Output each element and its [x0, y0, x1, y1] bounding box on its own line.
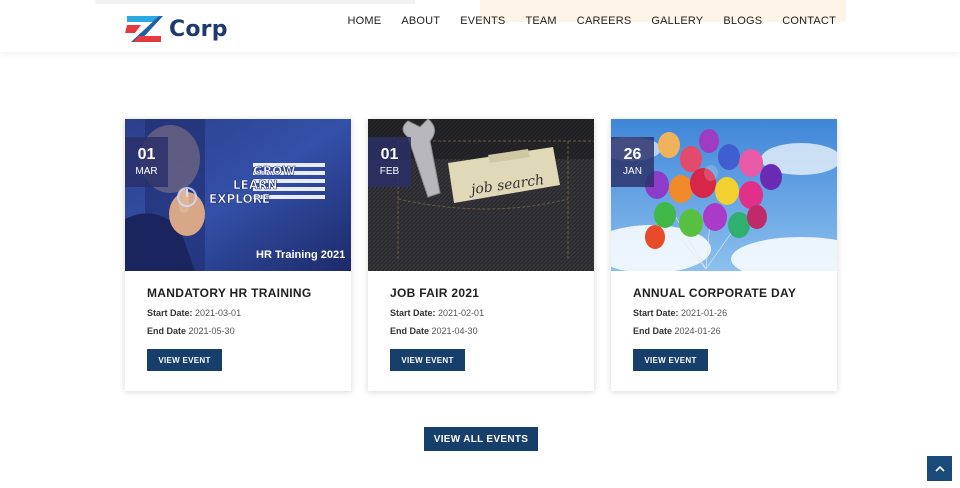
end-date: End Date 2021-05-30	[147, 326, 235, 336]
date-badge: 01 MAR	[125, 137, 168, 187]
date-month: JAN	[623, 166, 642, 177]
nav-home[interactable]: HOME	[348, 15, 382, 27]
date-badge: 26 JAN	[611, 137, 654, 187]
image-text-learn: LEARN	[233, 178, 277, 192]
event-card-corporate-day: 26 JAN ANNUAL CORPORATE DAY Start Date: …	[611, 119, 837, 391]
end-date-label: End Date	[147, 326, 187, 336]
event-title: ANNUAL CORPORATE DAY	[633, 286, 797, 300]
event-card-job-fair: job search 01 FEB JOB FAIR 2021 Start Da…	[368, 119, 594, 391]
nav-events[interactable]: EVENTS	[460, 15, 505, 27]
event-card-hr-training: GROW LEARN EXPLORE HR Training 2021 01 M…	[125, 119, 351, 391]
event-image: GROW LEARN EXPLORE HR Training 2021 01 M…	[125, 119, 351, 271]
end-date-label: End Date	[633, 326, 673, 336]
date-day: 01	[380, 146, 399, 163]
view-event-button[interactable]: VIEW EVENT	[390, 349, 465, 371]
start-date: Start Date: 2021-01-26	[633, 308, 727, 318]
date-month: MAR	[135, 166, 158, 177]
start-date-value: 2021-03-01	[195, 308, 242, 318]
nav-contact[interactable]: CONTACT	[782, 15, 836, 27]
image-text-grow: GROW	[253, 164, 296, 178]
main-nav: HOME ABOUT EVENTS TEAM CAREERS GALLERY B…	[328, 15, 837, 27]
start-date-label: Start Date:	[147, 308, 193, 318]
nav-about[interactable]: ABOUT	[401, 15, 440, 27]
nav-careers[interactable]: CAREERS	[577, 15, 632, 27]
end-date-value: 2024-01-26	[674, 326, 721, 336]
end-date-value: 2021-04-30	[431, 326, 478, 336]
event-title: MANDATORY HR TRAINING	[147, 286, 312, 300]
chevron-up-icon	[934, 465, 945, 472]
brand-name: Corp	[169, 16, 228, 42]
event-image: job search 01 FEB	[368, 119, 594, 271]
view-event-button[interactable]: VIEW EVENT	[633, 349, 708, 371]
view-event-button[interactable]: VIEW EVENT	[147, 349, 222, 371]
view-all-events-button[interactable]: VIEW ALL EVENTS	[424, 427, 538, 451]
logo-z-icon	[125, 16, 163, 42]
date-day: 01	[137, 146, 156, 163]
image-text-explore: EXPLORE	[209, 192, 270, 206]
end-date-value: 2021-05-30	[188, 326, 235, 336]
start-date-value: 2021-02-01	[438, 308, 485, 318]
site-header: Corp HOME ABOUT EVENTS TEAM CAREERS GALL…	[0, 0, 960, 52]
image-caption: HR Training 2021	[256, 249, 345, 261]
start-date-label: Start Date:	[390, 308, 436, 318]
brand-logo[interactable]: Corp	[125, 13, 228, 45]
top-strip	[95, 0, 415, 4]
nav-blogs[interactable]: BLOGS	[723, 15, 762, 27]
end-date: End Date 2021-04-30	[390, 326, 478, 336]
start-date-label: Start Date:	[633, 308, 679, 318]
end-date: End Date 2024-01-26	[633, 326, 721, 336]
date-day: 26	[623, 146, 642, 163]
start-date: Start Date: 2021-02-01	[390, 308, 484, 318]
event-image: 26 JAN	[611, 119, 837, 271]
start-date: Start Date: 2021-03-01	[147, 308, 241, 318]
nav-gallery[interactable]: GALLERY	[651, 15, 703, 27]
event-title: JOB FAIR 2021	[390, 286, 480, 300]
date-month: FEB	[379, 166, 400, 177]
date-badge: 01 FEB	[368, 137, 411, 187]
scroll-to-top-button[interactable]	[927, 456, 952, 481]
start-date-value: 2021-01-26	[681, 308, 728, 318]
end-date-label: End Date	[390, 326, 430, 336]
nav-team[interactable]: TEAM	[525, 15, 556, 27]
